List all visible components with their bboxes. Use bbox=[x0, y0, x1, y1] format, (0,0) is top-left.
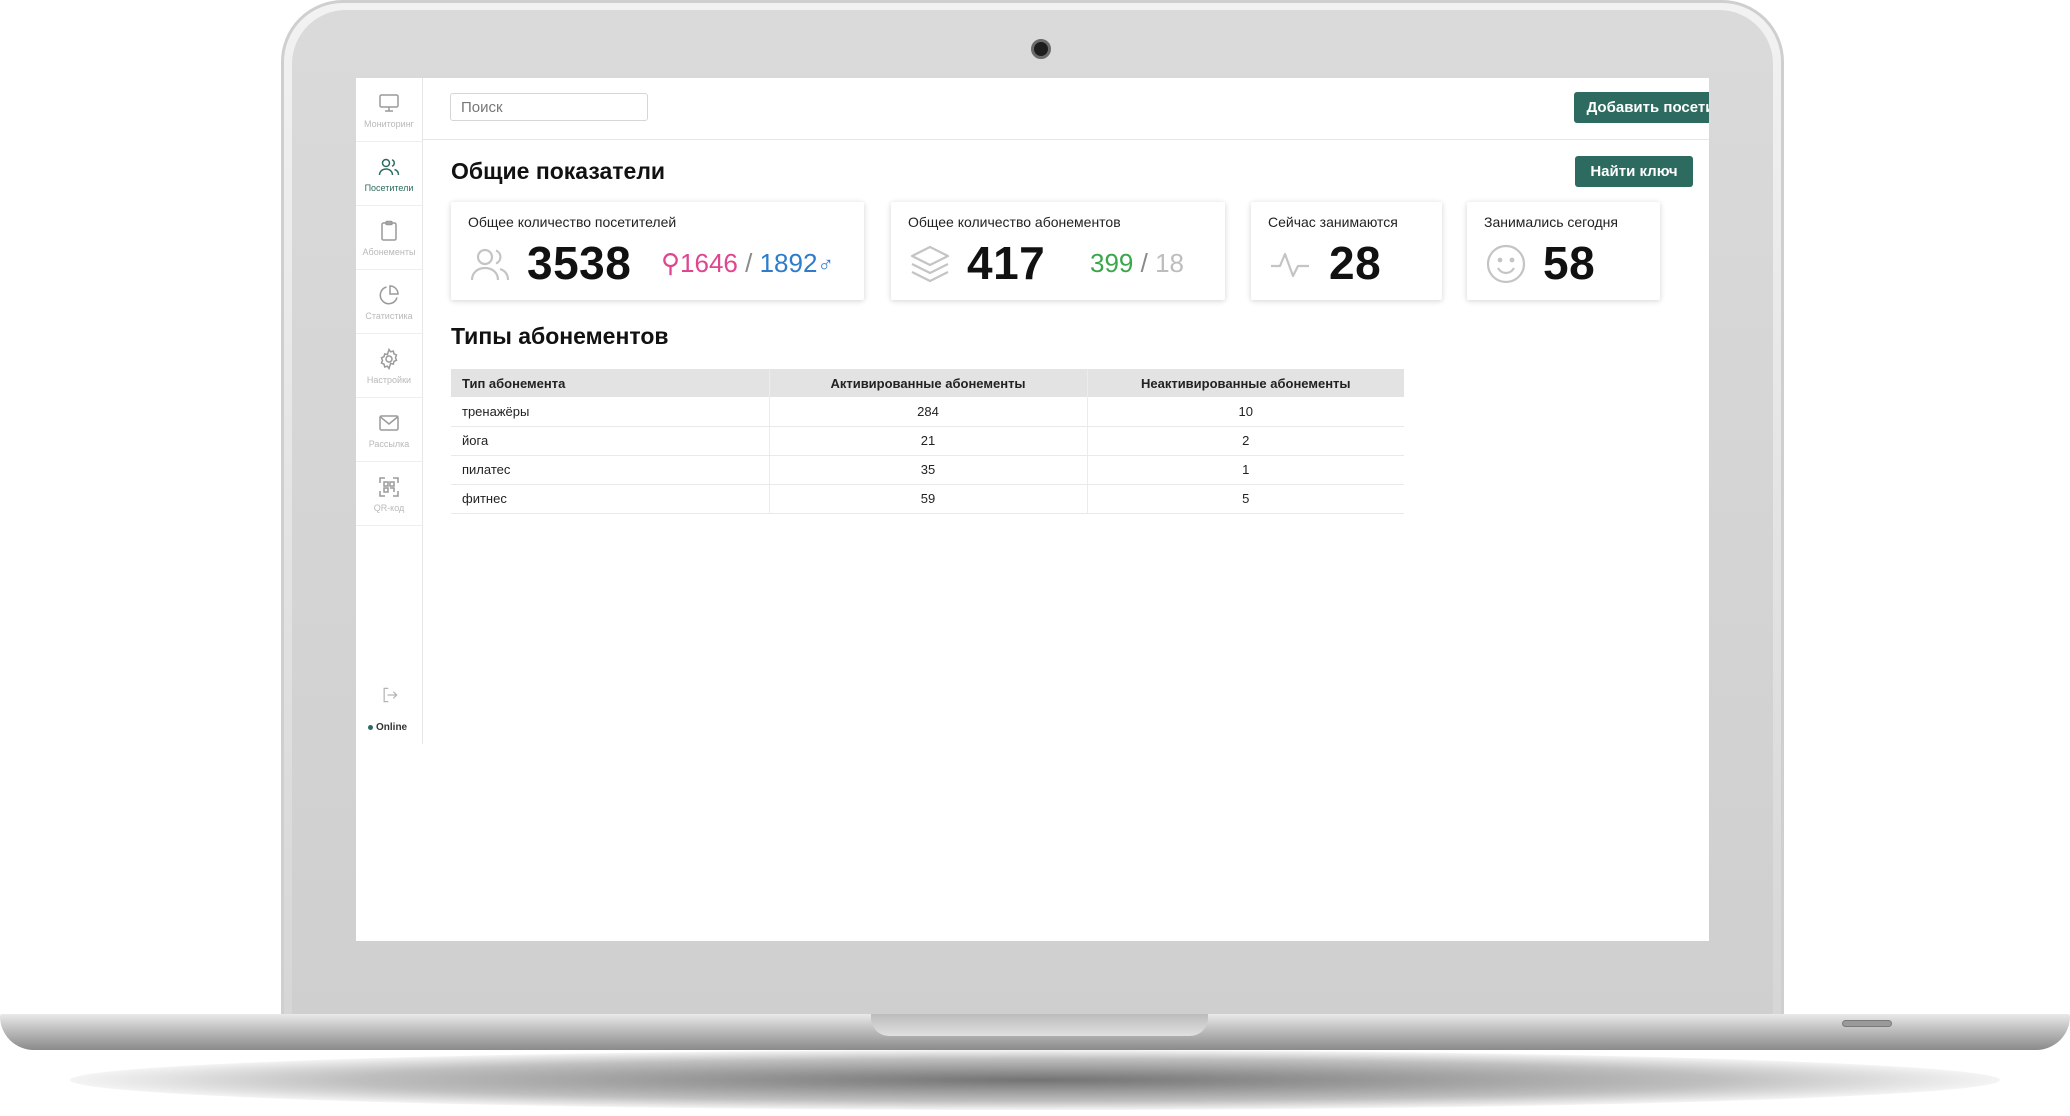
table-header-row: Тип абонемента Активированные абонементы… bbox=[451, 369, 1404, 397]
table-row[interactable]: пилатес 35 1 bbox=[451, 455, 1404, 485]
sidebar-item-visitors[interactable]: Посетители bbox=[356, 142, 422, 206]
memberships-total-value: 417 bbox=[967, 237, 1046, 289]
app-screen: Мониторинг Посетители Абонементы Статист… bbox=[356, 78, 1709, 941]
monitor-icon bbox=[379, 93, 399, 112]
sidebar: Мониторинг Посетители Абонементы Статист… bbox=[356, 78, 423, 744]
sidebar-item-label: Посетители bbox=[364, 182, 414, 193]
sidebar-item-label: Абонементы bbox=[362, 246, 416, 257]
table-cell: 1 bbox=[1086, 455, 1404, 485]
card-trained-today: Занимались сегодня 58 bbox=[1467, 202, 1660, 300]
table-cell: 35 bbox=[768, 455, 1087, 485]
sidebar-item-label: Мониторинг bbox=[364, 118, 414, 129]
sidebar-item-label: Статистика bbox=[365, 310, 413, 321]
status-label: Online bbox=[376, 722, 408, 733]
users-icon bbox=[470, 248, 510, 281]
column-header[interactable]: Тип абонемента bbox=[451, 369, 769, 397]
column-header[interactable]: Активированные абонементы bbox=[768, 369, 1087, 397]
sidebar-item-label: Настройки bbox=[366, 374, 412, 385]
table-row[interactable]: фитнес 59 5 bbox=[451, 484, 1404, 514]
pie-chart-icon bbox=[379, 284, 399, 304]
table-cell: тренажёры bbox=[451, 397, 769, 427]
female-icon: ⚲ bbox=[661, 248, 681, 278]
female-count: 1646 bbox=[680, 248, 738, 278]
male-count: 1892 bbox=[759, 248, 818, 278]
card-total-memberships: Общее количество абонементов 417 399 / 1… bbox=[891, 202, 1225, 300]
users-icon bbox=[378, 158, 400, 175]
card-title: Сейчас занимаются bbox=[1268, 214, 1398, 230]
laptop-shadow bbox=[70, 1050, 2000, 1110]
table-cell: 21 bbox=[768, 426, 1087, 456]
table-cell: пилатес bbox=[451, 455, 769, 485]
status-dot-icon bbox=[368, 725, 373, 730]
card-total-visitors: Общее количество посетителей 3538 ⚲1646 … bbox=[451, 202, 864, 300]
layers-icon bbox=[910, 245, 950, 283]
trained-today-value: 58 bbox=[1543, 237, 1596, 289]
table-cell: 59 bbox=[768, 484, 1087, 514]
inactive-count: 18 bbox=[1155, 248, 1185, 278]
clipboard-icon bbox=[381, 220, 397, 241]
sidebar-item-statistics[interactable]: Статистика bbox=[356, 270, 422, 334]
card-title: Общее количество посетителей bbox=[468, 214, 677, 230]
table-cell: 2 bbox=[1086, 426, 1404, 456]
smile-icon bbox=[1486, 244, 1526, 284]
search-input[interactable] bbox=[450, 93, 648, 121]
active-count: 399 bbox=[1090, 248, 1134, 278]
membership-types-table: Тип абонемента Активированные абонементы… bbox=[451, 369, 1404, 514]
find-key-button[interactable]: Найти ключ bbox=[1575, 156, 1693, 187]
table-cell: 10 bbox=[1086, 397, 1404, 427]
table-row[interactable]: йога 21 2 bbox=[451, 426, 1404, 456]
gear-icon bbox=[380, 347, 398, 370]
mail-icon bbox=[379, 414, 399, 431]
memberships-split: 399 / 18 bbox=[1090, 248, 1184, 279]
activity-icon bbox=[1271, 252, 1309, 278]
table-cell: фитнес bbox=[451, 484, 769, 514]
column-header[interactable]: Неактивированные абонементы bbox=[1086, 369, 1404, 397]
table-cell: йога bbox=[451, 426, 769, 456]
card-title: Общее количество абонементов bbox=[908, 214, 1121, 230]
laptop-indicator bbox=[1842, 1020, 1892, 1027]
separator: / bbox=[745, 248, 753, 278]
table-cell: 5 bbox=[1086, 484, 1404, 514]
sidebar-item-settings[interactable]: Настройки bbox=[356, 334, 422, 398]
table-row[interactable]: тренажёры 284 10 bbox=[451, 397, 1404, 427]
training-now-value: 28 bbox=[1329, 237, 1382, 289]
sidebar-item-memberships[interactable]: Абонементы bbox=[356, 206, 422, 270]
logout-button[interactable] bbox=[356, 685, 423, 705]
male-icon: ♂ bbox=[817, 252, 834, 277]
overview-title: Общие показатели bbox=[451, 158, 666, 184]
visitors-total-value: 3538 bbox=[527, 237, 632, 289]
laptop-mockup: Мониторинг Посетители Абонементы Статист… bbox=[0, 0, 2070, 1116]
online-status: Online bbox=[368, 722, 407, 733]
separator: / bbox=[1140, 248, 1148, 278]
logout-icon bbox=[383, 687, 398, 703]
sidebar-item-monitoring[interactable]: Мониторинг bbox=[356, 78, 422, 142]
card-training-now: Сейчас занимаются 28 bbox=[1251, 202, 1442, 300]
sidebar-item-label: QR-код bbox=[373, 502, 405, 513]
top-bar: Добавить посетителя bbox=[423, 78, 1709, 140]
table-cell: 284 bbox=[768, 397, 1087, 427]
visitors-gender-split: ⚲1646 / 1892♂ bbox=[661, 248, 834, 279]
qr-scan-icon bbox=[379, 476, 399, 497]
types-title: Типы абонементов bbox=[451, 323, 669, 349]
card-title: Занимались сегодня bbox=[1484, 214, 1618, 230]
sidebar-item-qr[interactable]: QR-код bbox=[356, 462, 422, 526]
camera-icon bbox=[1031, 39, 1051, 59]
sidebar-item-label: Рассылка bbox=[368, 438, 410, 449]
add-visitor-button[interactable]: Добавить посетителя bbox=[1574, 92, 1709, 123]
laptop-hinge-notch bbox=[871, 1014, 1208, 1036]
sidebar-item-mailing[interactable]: Рассылка bbox=[356, 398, 422, 462]
